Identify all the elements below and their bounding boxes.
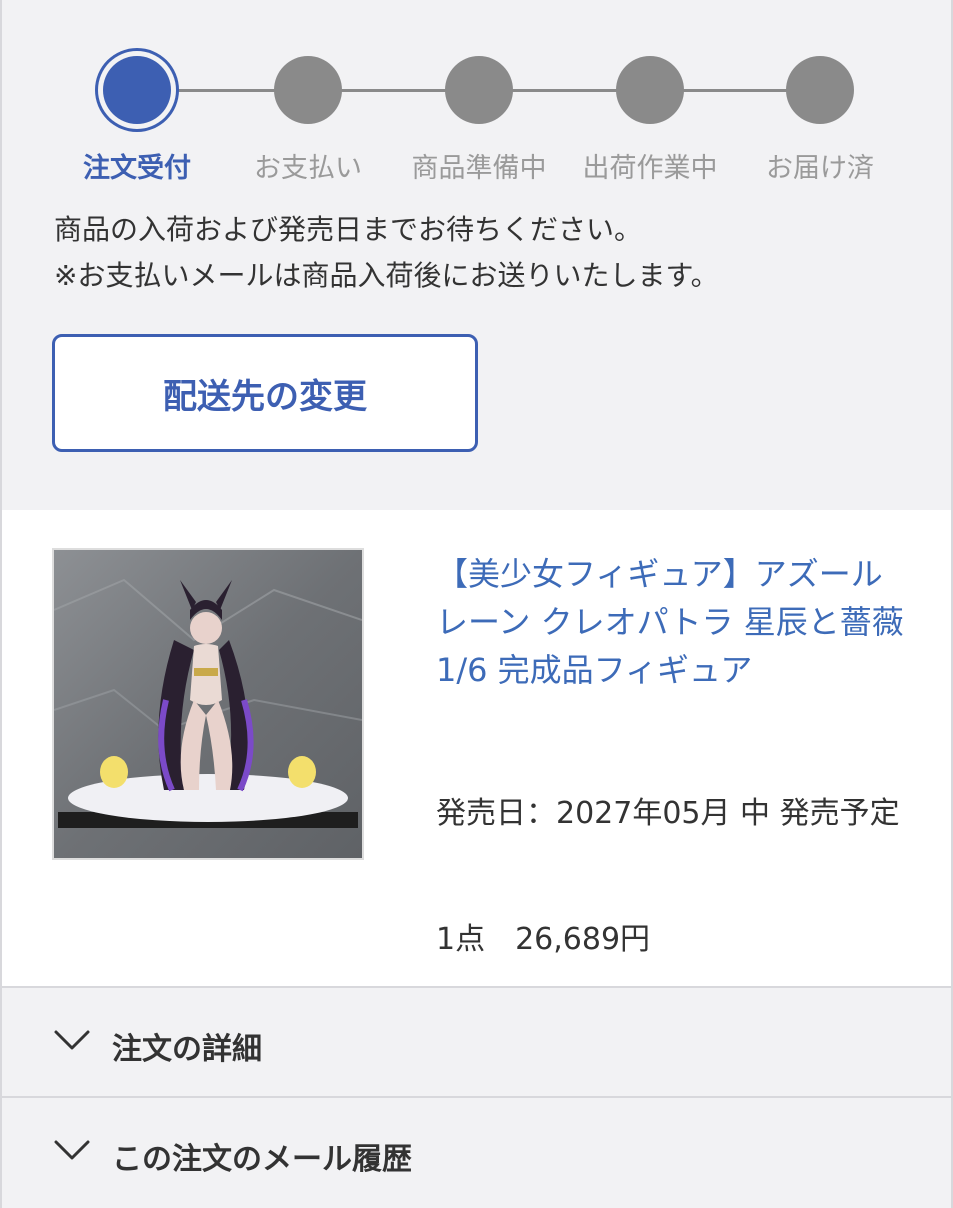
release-date: 発売日：2027年05月 中 発売予定 [436, 796, 900, 831]
figure-photo-icon [54, 550, 362, 858]
status-message-line2: ※お支払いメールは商品入荷後にお送りいたします。 [54, 259, 719, 292]
step-label-shipping: 出荷作業中 [582, 153, 718, 184]
email-history-accordion[interactable]: この注文のメール履歴 [0, 1096, 953, 1208]
step-dot-preparing [445, 56, 513, 124]
status-message: 商品の入荷および発売日までお待ちください。 ※お支払いメールは商品入荷後にお送り… [54, 207, 719, 299]
step-label-preparing: 商品準備中 [411, 153, 547, 184]
order-details-accordion[interactable]: 注文の詳細 [0, 986, 953, 1098]
step-dot-payment [274, 56, 342, 124]
status-message-line1: 商品の入荷および発売日までお待ちください。 [54, 213, 643, 246]
chevron-down-icon [54, 1140, 90, 1160]
chevron-down-icon [54, 1030, 90, 1050]
email-history-label: この注文のメール履歴 [112, 1142, 412, 1177]
step-label-delivered: お届け済 [766, 153, 874, 184]
product-card: 【美少女フィギュア】アズールレーン クレオパトラ 星辰と薔薇 1/6 完成品フィ… [0, 510, 953, 986]
product-image[interactable] [52, 548, 364, 860]
quantity-price: 1点 26,689円 [436, 922, 651, 957]
order-details-label: 注文の詳細 [112, 1032, 262, 1067]
order-progress-stepper: 注文受付 お支払い 商品準備中 出荷作業中 お届け済 [2, 0, 953, 200]
step-dot-delivered [786, 56, 854, 124]
step-label-order-received: 注文受付 [83, 153, 191, 184]
order-status-section: 注文受付 お支払い 商品準備中 出荷作業中 お届け済 商品の入荷および発売日まで… [0, 0, 953, 510]
step-dot-order-received [103, 56, 171, 124]
step-dot-shipping [616, 56, 684, 124]
change-address-button[interactable]: 配送先の変更 [52, 334, 478, 452]
step-label-payment: お支払い [254, 153, 362, 184]
product-title-link[interactable]: 【美少女フィギュア】アズールレーン クレオパトラ 星辰と薔薇 1/6 完成品フィ… [436, 550, 906, 694]
